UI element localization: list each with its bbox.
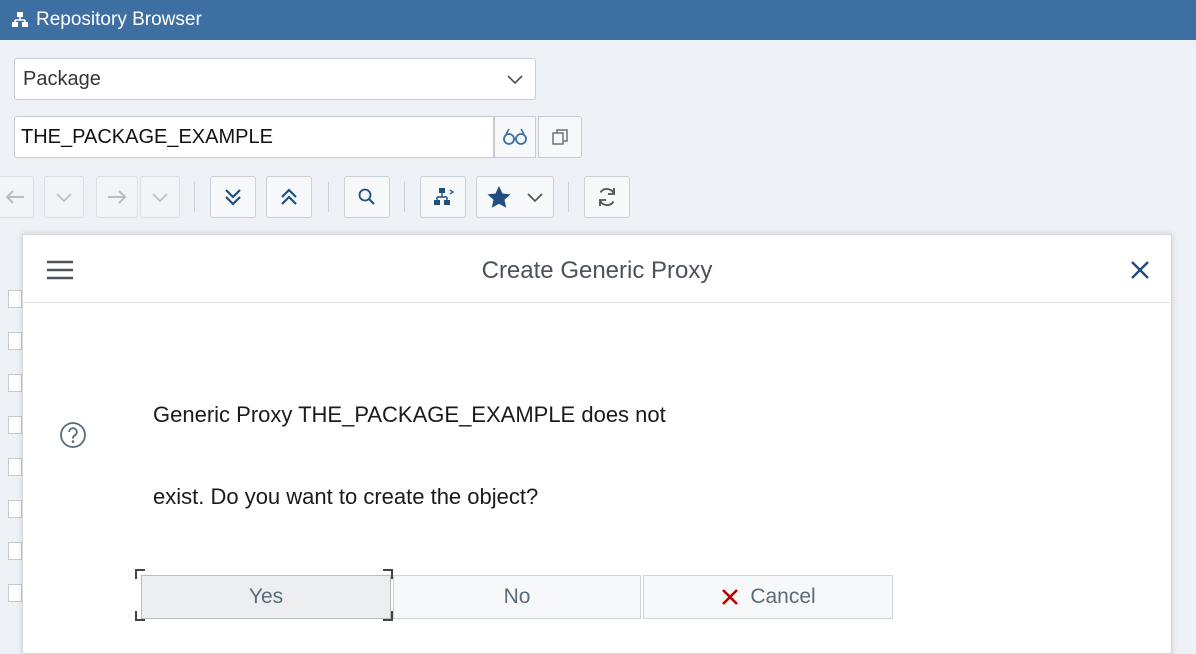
hierarchy-icon: [12, 12, 28, 27]
help-icon: [60, 422, 86, 448]
toolbar-separator: [194, 182, 195, 212]
yes-button-label: Yes: [248, 585, 284, 608]
cancel-button[interactable]: Cancel: [643, 575, 893, 619]
tree-row-checkbox[interactable]: [8, 290, 22, 308]
object-name-input[interactable]: [14, 116, 494, 158]
tree-row-checkbox[interactable]: [8, 458, 22, 476]
dialog-message-line1: Generic Proxy THE_PACKAGE_EXAMPLE does n…: [153, 402, 666, 427]
dialog-title: Create Generic Proxy: [481, 257, 713, 284]
display-button[interactable]: [494, 116, 536, 158]
focus-indicator: [383, 611, 393, 621]
title-bar: Repository Browser: [0, 0, 1196, 40]
copy-button[interactable]: [538, 116, 582, 158]
yes-button[interactable]: Yes: [141, 575, 391, 619]
chevron-down-icon: [507, 75, 523, 85]
back-arrow-icon: [5, 190, 24, 204]
focus-indicator: [135, 611, 145, 621]
tree-row-checkbox[interactable]: [8, 332, 22, 350]
toolbar-separator: [568, 182, 569, 212]
search-icon: [358, 188, 375, 205]
back-history-dropdown[interactable]: [44, 176, 84, 218]
object-type-value: Package: [23, 67, 101, 90]
toolbar-separator: [404, 182, 405, 212]
forward-history-dropdown[interactable]: [140, 176, 180, 218]
favorites-star-icon: [487, 186, 511, 208]
cancel-icon: [722, 589, 739, 605]
tree-row-checkbox[interactable]: [8, 374, 22, 392]
hierarchy-button[interactable]: [420, 176, 466, 218]
no-button[interactable]: No: [393, 575, 641, 619]
tree-row-checkbox[interactable]: [8, 584, 22, 602]
favorites-button[interactable]: [476, 176, 554, 218]
display-icon: [503, 128, 527, 145]
tree-row-checkbox[interactable]: [8, 500, 22, 518]
expand-all-icon: [225, 189, 241, 206]
dialog-message-line2: exist. Do you want to create the object?: [153, 484, 539, 509]
forward-arrow-icon: [108, 190, 127, 204]
back-button[interactable]: [0, 176, 34, 218]
hierarchy-icon: [434, 188, 454, 205]
cancel-button-label: Cancel: [750, 585, 816, 608]
chevron-down-icon: [527, 193, 543, 203]
forward-button[interactable]: [96, 176, 138, 218]
forward-history-dropdown-icon: [152, 193, 168, 203]
object-type-select[interactable]: Package: [14, 58, 536, 100]
refresh-icon: [599, 188, 615, 206]
no-button-label: No: [503, 585, 531, 608]
focus-indicator: [383, 569, 393, 579]
focus-indicator: [135, 569, 145, 579]
tree-row-checkbox[interactable]: [8, 416, 22, 434]
collapse-all-button[interactable]: [266, 176, 312, 218]
toolbar-separator: [328, 182, 329, 212]
search-button[interactable]: [344, 176, 390, 218]
copy-icon: [552, 129, 568, 145]
dialog-header: Create Generic Proxy: [23, 235, 1171, 303]
window-title: Repository Browser: [36, 9, 202, 30]
refresh-button[interactable]: [584, 176, 630, 218]
create-generic-proxy-dialog: Create Generic Proxy Generic Proxy THE_P…: [22, 234, 1172, 654]
tree-row-checkbox[interactable]: [8, 542, 22, 560]
close-icon[interactable]: [1129, 259, 1151, 281]
back-history-dropdown-icon: [56, 193, 72, 203]
expand-all-button[interactable]: [210, 176, 256, 218]
collapse-all-icon: [281, 188, 297, 205]
